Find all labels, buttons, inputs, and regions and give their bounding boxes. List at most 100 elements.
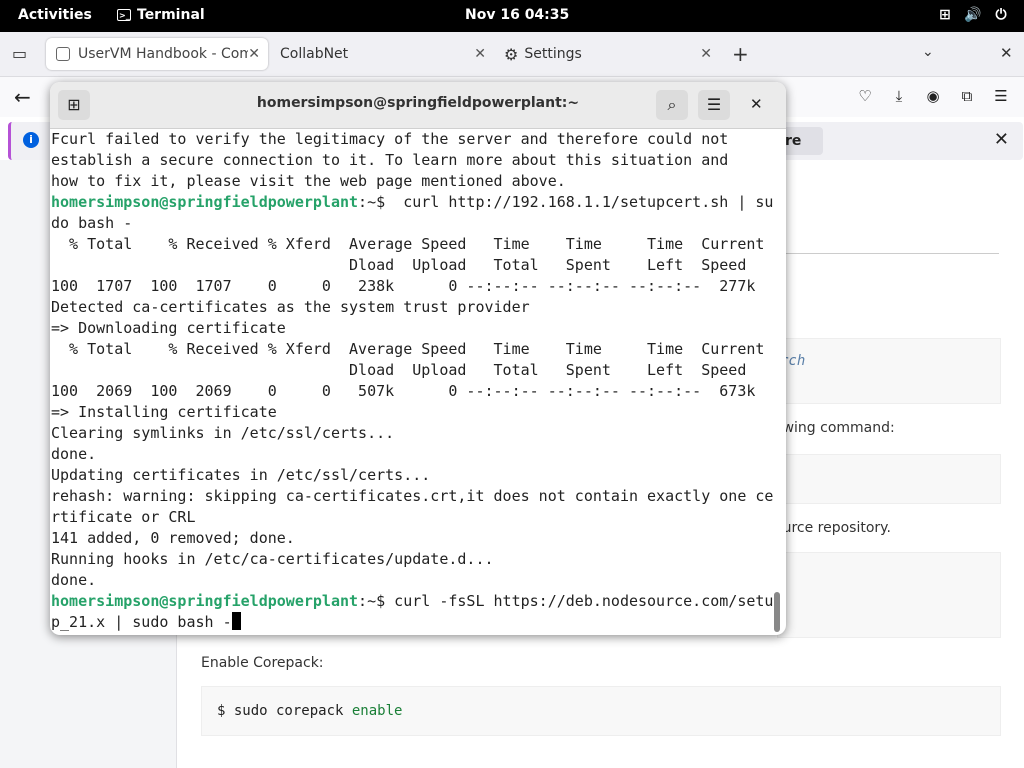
network-icon[interactable]: ⊞ bbox=[936, 6, 954, 24]
power-icon[interactable]: ⏻ bbox=[992, 6, 1010, 24]
line-text: Fcurl failed to verify the legitimacy of… bbox=[51, 130, 729, 148]
line-text: 100 1707 100 1707 0 0 238k 0 --:--:-- --… bbox=[51, 277, 756, 295]
terminal-line: done. bbox=[51, 570, 773, 591]
terminal-header: ⊞ homersimpson@springfieldpowerplant:~ ⌕… bbox=[50, 82, 786, 129]
tab-uservm-handbook[interactable]: UserVM Handbook - Com ✕ bbox=[46, 38, 268, 70]
terminal-line: homersimpson@springfieldpowerplant:~$ cu… bbox=[51, 591, 773, 612]
terminal-line: rtificate or CRL bbox=[51, 507, 773, 528]
account-icon[interactable]: ◉ bbox=[924, 87, 942, 105]
page-text: Enable Corepack: bbox=[201, 655, 324, 671]
line-text: % Total % Received % Xferd Average Speed… bbox=[51, 235, 765, 253]
line-text: Running hooks in /etc/ca-certificates/up… bbox=[51, 550, 494, 568]
terminal-line: 141 added, 0 removed; done. bbox=[51, 528, 773, 549]
code-block bbox=[777, 552, 1001, 638]
app-menu[interactable]: >_ Terminal bbox=[117, 7, 205, 23]
browser-tab-bar: ▭ UserVM Handbook - Com ✕ CollabNet ✕ ⚙ … bbox=[0, 32, 1024, 77]
terminal-line: % Total % Received % Xferd Average Speed… bbox=[51, 339, 773, 360]
code-keyword: enable bbox=[351, 703, 403, 719]
scrollbar[interactable] bbox=[774, 592, 780, 632]
terminal-line: Fcurl failed to verify the legitimacy of… bbox=[51, 129, 773, 150]
back-arrow-icon[interactable]: ← bbox=[14, 85, 31, 109]
tab-overview-icon[interactable]: ▭ bbox=[12, 44, 27, 63]
code-block bbox=[777, 454, 1001, 504]
toolbar-icons: ♡ ⤓ ◉ ⧉ ☰ bbox=[856, 87, 1010, 105]
line-text: do bash - bbox=[51, 214, 133, 232]
extensions-icon[interactable]: ⧉ bbox=[958, 87, 976, 105]
menu-button[interactable]: ☰ bbox=[698, 90, 730, 120]
line-text: :~$ curl -fsSL https://deb.nodesource.co… bbox=[358, 592, 773, 610]
terminal-window: ⊞ homersimpson@springfieldpowerplant:~ ⌕… bbox=[50, 82, 786, 635]
close-tab-icon[interactable]: ✕ bbox=[474, 46, 486, 62]
divider bbox=[777, 253, 999, 254]
gear-icon: ⚙ bbox=[504, 44, 519, 64]
line-text: % Total % Received % Xferd Average Speed… bbox=[51, 340, 765, 358]
activities-button[interactable]: Activities bbox=[18, 7, 92, 23]
terminal-line: Detected ca-certificates as the system t… bbox=[51, 297, 773, 318]
terminal-line: Running hooks in /etc/ca-certificates/up… bbox=[51, 549, 773, 570]
terminal-line: p_21.x | sudo bash - bbox=[51, 612, 773, 633]
line-text: => Downloading certificate bbox=[51, 319, 286, 337]
info-icon: i bbox=[23, 132, 39, 148]
line-text: 141 added, 0 removed; done. bbox=[51, 529, 295, 547]
terminal-line: Clearing symlinks in /etc/ssl/certs... bbox=[51, 423, 773, 444]
search-button[interactable]: ⌕ bbox=[656, 90, 688, 120]
volume-icon[interactable]: 🔊 bbox=[964, 6, 982, 24]
terminal-line: done. bbox=[51, 444, 773, 465]
close-icon[interactable]: ✕ bbox=[994, 129, 1009, 150]
line-text: done. bbox=[51, 571, 97, 589]
tab-label: UserVM Handbook - Com bbox=[78, 46, 248, 62]
line-text: done. bbox=[51, 445, 97, 463]
terminal-line: % Total % Received % Xferd Average Speed… bbox=[51, 234, 773, 255]
terminal-line: Dload Upload Total Spent Left Speed bbox=[51, 255, 773, 276]
line-text: Updating certificates in /etc/ssl/certs.… bbox=[51, 466, 431, 484]
prompt: homersimpson@springfieldpowerplant bbox=[51, 592, 359, 610]
new-tab-icon[interactable]: + bbox=[732, 42, 749, 66]
line-text: Detected ca-certificates as the system t… bbox=[51, 298, 530, 316]
terminal-line: establish a secure connection to it. To … bbox=[51, 150, 773, 171]
prompt: homersimpson@springfieldpowerplant bbox=[51, 193, 359, 211]
app-name: Terminal bbox=[137, 7, 205, 23]
terminal-icon: >_ bbox=[117, 9, 131, 21]
line-text: establish a secure connection to it. To … bbox=[51, 151, 729, 169]
terminal-line: Updating certificates in /etc/ssl/certs.… bbox=[51, 465, 773, 486]
line-text: :~$ curl http://192.168.1.1/setupcert.sh… bbox=[358, 193, 773, 211]
terminal-line: rehash: warning: skipping ca-certificate… bbox=[51, 486, 773, 507]
terminal-line: 100 1707 100 1707 0 0 238k 0 --:--:-- --… bbox=[51, 276, 773, 297]
line-text: how to fix it, please visit the web page… bbox=[51, 172, 566, 190]
download-icon[interactable]: ⤓ bbox=[890, 87, 908, 105]
cursor bbox=[231, 612, 241, 630]
terminal-line: do bash - bbox=[51, 213, 773, 234]
close-icon[interactable]: ✕ bbox=[750, 95, 763, 113]
line-text: Dload Upload Total Spent Left Speed bbox=[51, 361, 747, 379]
menu-icon[interactable]: ☰ bbox=[992, 87, 1010, 105]
terminal-output[interactable]: Fcurl failed to verify the legitimacy of… bbox=[51, 129, 773, 635]
code-text: $ sudo corepack bbox=[217, 703, 352, 719]
line-text: Clearing symlinks in /etc/ssl/certs... bbox=[51, 424, 395, 442]
code-block-corepack: $ sudo corepack enable bbox=[201, 686, 1001, 736]
line-text: p_21.x | sudo bash - bbox=[51, 613, 232, 631]
pocket-icon[interactable]: ♡ bbox=[856, 87, 874, 105]
infobar-button[interactable]: re bbox=[781, 127, 823, 155]
terminal-line: 100 2069 100 2069 0 0 507k 0 --:--:-- --… bbox=[51, 381, 773, 402]
tab-settings[interactable]: ⚙ Settings ✕ bbox=[498, 38, 720, 70]
terminal-line: how to fix it, please visit the web page… bbox=[51, 171, 773, 192]
code-block-search: rch bbox=[777, 338, 1001, 404]
page-text: ource repository. bbox=[774, 520, 891, 536]
tab-collabnet[interactable]: CollabNet ✕ bbox=[272, 38, 494, 70]
close-tab-icon[interactable]: ✕ bbox=[700, 46, 712, 62]
terminal-line: => Installing certificate bbox=[51, 402, 773, 423]
tab-label: CollabNet bbox=[280, 46, 349, 62]
top-bar: Activities >_ Terminal Nov 16 04:35 ⊞ 🔊 … bbox=[0, 0, 1024, 32]
terminal-line: homersimpson@springfieldpowerplant:~$ cu… bbox=[51, 192, 773, 213]
system-tray[interactable]: ⊞ 🔊 ⏻ bbox=[936, 6, 1010, 24]
close-window-icon[interactable]: ✕ bbox=[1000, 44, 1013, 62]
line-text: => Installing certificate bbox=[51, 403, 277, 421]
line-text: rtificate or CRL bbox=[51, 508, 196, 526]
page-text: owing command: bbox=[774, 420, 895, 436]
chevron-down-icon[interactable]: ⌄ bbox=[922, 44, 934, 60]
close-tab-icon[interactable]: ✕ bbox=[248, 46, 260, 62]
clock[interactable]: Nov 16 04:35 bbox=[465, 7, 569, 23]
globe-icon bbox=[56, 47, 70, 61]
code-line: $ sudo corepack enable bbox=[217, 703, 402, 719]
line-text: rehash: warning: skipping ca-certificate… bbox=[51, 487, 773, 505]
